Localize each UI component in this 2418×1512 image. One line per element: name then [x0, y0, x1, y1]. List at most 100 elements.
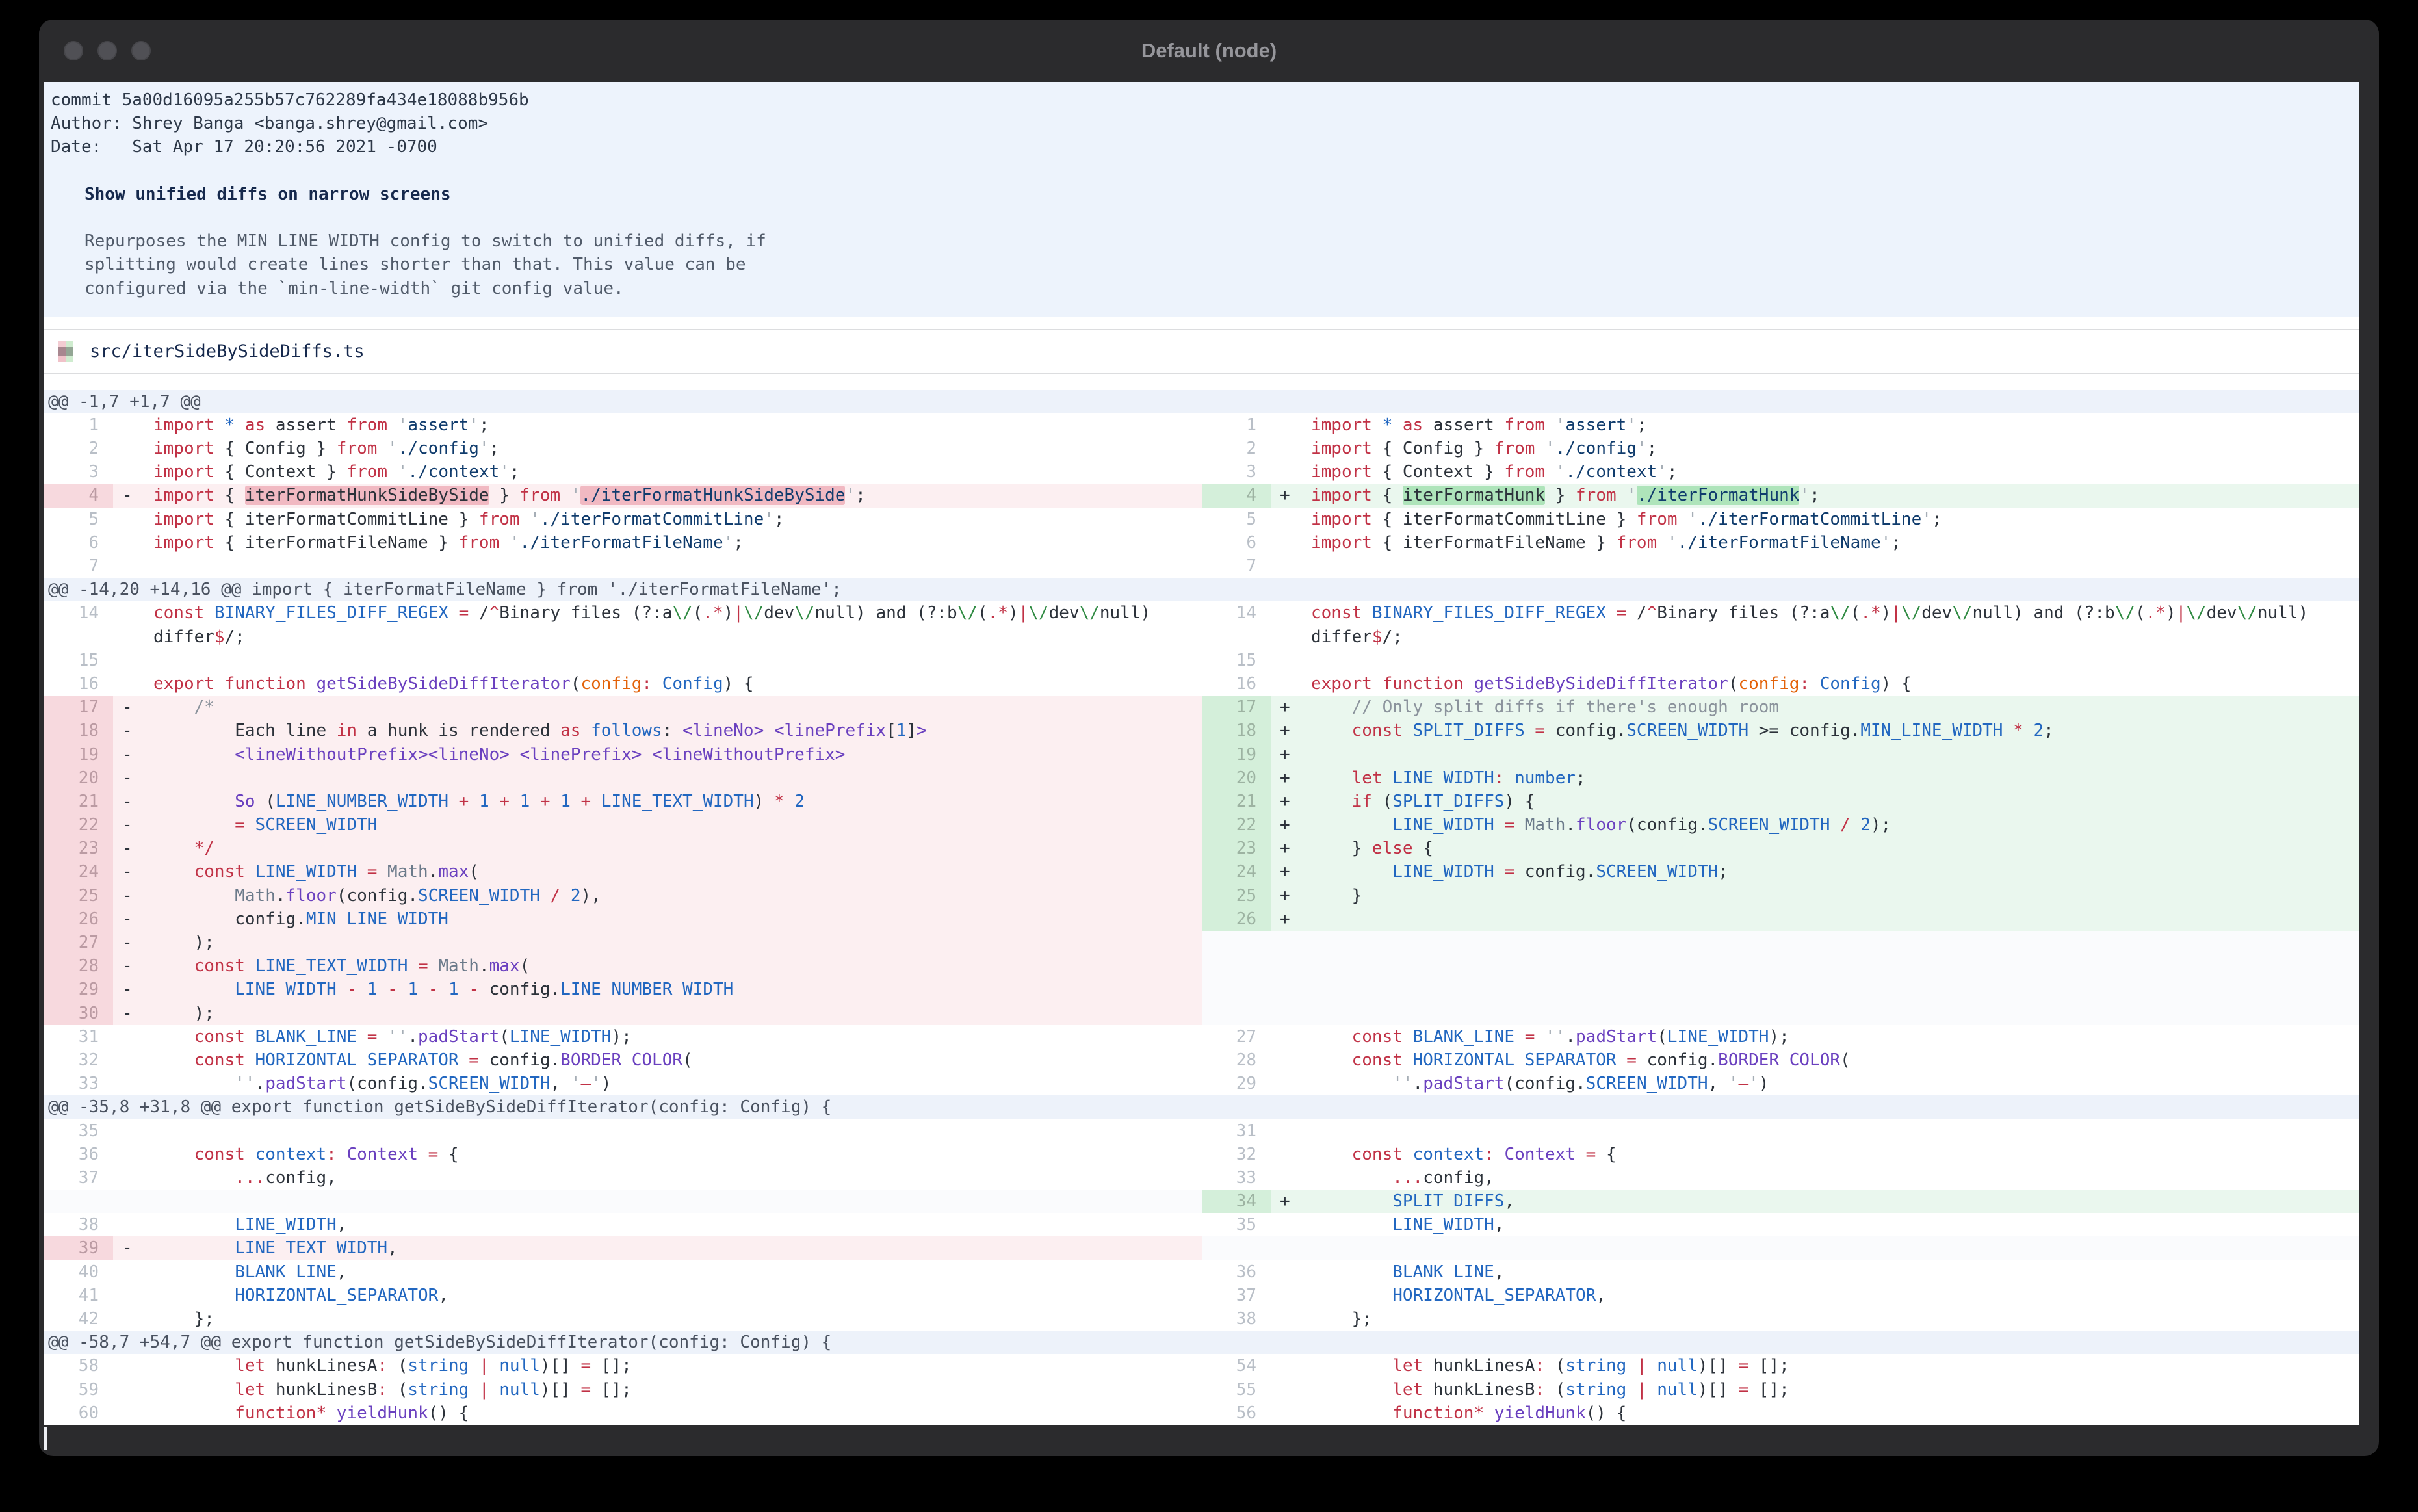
line-number: 17 — [1202, 696, 1271, 720]
diff-row: 33 ''.padStart(config.SCREEN_WIDTH, '—')… — [44, 1072, 2360, 1096]
diff-marker — [1271, 978, 1311, 1001]
line-number: 55 — [1236, 1379, 1256, 1400]
line-number: 23 — [1202, 837, 1271, 861]
diff-marker: - — [122, 721, 133, 741]
diff-row: 60 function* yieldHunk() {56 function* y… — [44, 1401, 2360, 1425]
diff-marker: + — [1280, 721, 1290, 741]
code-text: import { Context } from './context'; — [153, 462, 520, 482]
line-number — [1202, 1002, 1271, 1025]
code-text: const BLANK_LINE = ''.padStart(LINE_WIDT… — [153, 1026, 632, 1047]
right-added-line: 18 + const SPLIT_DIFFS = config.SCREEN_WI… — [1202, 719, 2360, 743]
diff-marker — [1271, 1166, 1311, 1190]
line-number — [1202, 625, 1271, 649]
right-added-line: 24 + LINE_WIDTH = config.SCREEN_WIDTH; — [1202, 860, 2360, 884]
right-context-line: 2 import { Config } from './config'; — [1202, 437, 2360, 461]
line-number — [1202, 954, 1271, 978]
line-number: 5 — [88, 509, 99, 529]
left-removed-line: 17- /* — [44, 696, 1202, 720]
left-context-line: 40 BLANK_LINE, — [44, 1260, 1202, 1284]
diff-marker — [1271, 531, 1311, 554]
line-number: 28 — [44, 954, 113, 978]
code-text: function* yieldHunk() { — [1311, 1403, 1627, 1423]
right-context-line: 55 let hunkLinesB: (string | null)[] = [… — [1202, 1377, 2360, 1401]
right-added-line: 23 + } else { — [1202, 837, 2360, 861]
code-text: import { Context } from './context'; — [1311, 462, 1678, 482]
right-added-line: 21 + if (SPLIT_DIFFS) { — [1202, 789, 2360, 814]
line-number: 34 — [1202, 1190, 1271, 1214]
left-context-line: 32 const HORIZONTAL_SEPARATOR = config.B… — [44, 1048, 1202, 1073]
left-context-line: 7 — [44, 554, 1202, 579]
code-text: differ$/; — [1311, 627, 1403, 647]
diff-marker: + — [1280, 862, 1290, 882]
right-context-line: 36 BLANK_LINE, — [1202, 1260, 2360, 1284]
line-number: 2 — [88, 439, 99, 459]
diff-marker — [113, 1401, 153, 1425]
left-context-line: 2 import { Config } from './config'; — [44, 437, 1202, 461]
code-text: let hunkLinesA: (string | null)[] = []; — [153, 1356, 632, 1376]
diff-marker: + — [1280, 909, 1290, 929]
diff-row: 36 const context: Context = {32 const co… — [44, 1142, 2360, 1166]
right-filler — [1202, 931, 2360, 955]
line-number: 41 — [78, 1285, 99, 1305]
code-text: if (SPLIT_DIFFS) { — [1311, 791, 1535, 811]
right-added-line: 34 + SPLIT_DIFFS, — [1202, 1190, 2360, 1214]
left-context-line: 6 import { iterFormatFileName } from './i… — [44, 530, 1202, 554]
left-removed-line: 39- LINE_TEXT_WIDTH, — [44, 1236, 1202, 1260]
line-number: 60 — [78, 1403, 99, 1423]
diff-row: 15 15 — [44, 648, 2360, 672]
code-text: import { iterFormatCommitLine } from './… — [153, 509, 785, 529]
file-header: src/iterSideBySideDiffs.ts — [44, 330, 2360, 373]
line-number — [44, 625, 113, 649]
diff-marker — [1271, 460, 1311, 484]
left-context-line: differ$/; — [44, 625, 1202, 649]
diff-marker — [1271, 1049, 1311, 1072]
diff-marker: + — [1280, 744, 1290, 764]
diff-marker — [113, 1049, 153, 1072]
line-number: 6 — [88, 532, 99, 553]
line-number: 5 — [1246, 509, 1256, 529]
right-context-line: 29 ''.padStart(config.SCREEN_WIDTH, '—') — [1202, 1072, 2360, 1096]
diff-row: 21- So (LINE_NUMBER_WIDTH + 1 + 1 + 1 + … — [44, 789, 2360, 814]
code-text: ...config, — [1392, 1167, 1494, 1188]
code-text: differ$/; — [153, 627, 245, 647]
code-text: <lineWithoutPrefix><lineNo> <linePrefix>… — [235, 744, 846, 764]
line-number: 22 — [44, 813, 113, 837]
diff-marker — [113, 1354, 153, 1377]
diff-marker — [113, 1284, 153, 1307]
line-number: 4 — [44, 484, 113, 508]
code-text: function* yieldHunk() { — [153, 1403, 469, 1423]
line-number: 17 — [44, 696, 113, 720]
diff-marker — [113, 413, 153, 437]
diff-marker: - — [122, 956, 133, 976]
code-text: LINE_TEXT_WIDTH, — [235, 1238, 398, 1258]
left-removed-line: 18- Each line in a hunk is rendered as f… — [44, 719, 1202, 743]
diff-marker — [113, 1166, 153, 1190]
left-context-line: 3 import { Context } from './context'; — [44, 460, 1202, 484]
diff-marker: - — [122, 862, 133, 882]
diff-marker — [113, 625, 153, 649]
right-context-line: 56 function* yieldHunk() { — [1202, 1401, 2360, 1425]
diff-marker — [1271, 1002, 1311, 1025]
left-context-line: 15 — [44, 648, 1202, 672]
line-number: 16 — [1236, 673, 1256, 694]
diff-marker — [113, 460, 153, 484]
right-added-line: 4 + import { iterFormatHunk } from './iter… — [1202, 484, 2360, 508]
diff-marker — [1271, 1307, 1311, 1331]
diff-marker: - — [122, 1003, 133, 1023]
line-number: 6 — [1246, 532, 1256, 553]
line-number: 18 — [44, 719, 113, 743]
diff-row: 31 const BLANK_LINE = ''.padStart(LINE_W… — [44, 1024, 2360, 1049]
diff-row: 17- /* 17 + // Only split diffs if there's… — [44, 696, 2360, 720]
line-number: 28 — [1236, 1050, 1256, 1070]
code-text: const context: Context = { — [153, 1144, 459, 1164]
line-number: 14 — [1236, 603, 1256, 623]
diff-marker — [1271, 1378, 1311, 1401]
terminal-cursor[interactable] — [44, 1427, 47, 1450]
line-number: 3 — [88, 462, 99, 482]
line-number: 25 — [44, 883, 113, 907]
left-context-line: 58 let hunkLinesA: (string | null)[] = [… — [44, 1354, 1202, 1378]
line-number: 26 — [44, 907, 113, 931]
